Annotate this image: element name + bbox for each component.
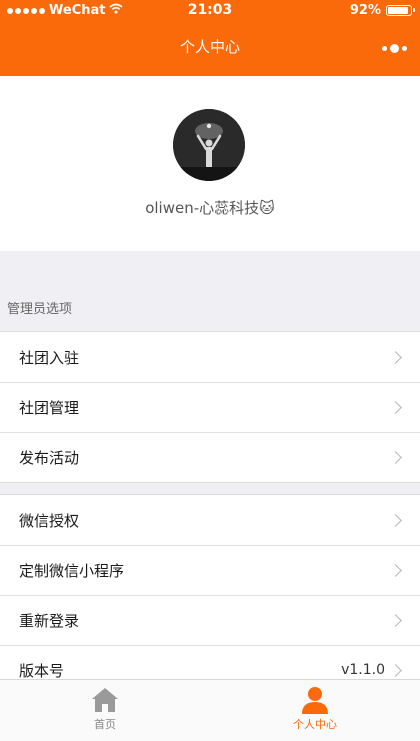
list-item-wechat-auth[interactable]: 微信授权 bbox=[0, 495, 420, 545]
avatar-image bbox=[173, 109, 245, 181]
list-item-custom-miniprogram[interactable]: 定制微信小程序 bbox=[0, 545, 420, 595]
admin-section-title: 管理员选项 bbox=[7, 302, 73, 317]
chevron-right-icon bbox=[389, 613, 402, 627]
tab-label: 首页 bbox=[94, 718, 116, 731]
settings-list: 微信授权 定制微信小程序 重新登录 版本号 v1.1.0 bbox=[0, 494, 420, 696]
chevron-right-icon bbox=[389, 450, 402, 464]
tab-profile[interactable]: 个人中心 bbox=[210, 680, 420, 741]
user-icon bbox=[300, 685, 330, 715]
list-item-publish-event[interactable]: 发布活动 bbox=[0, 432, 420, 482]
page-title: 个人中心 bbox=[179, 38, 240, 56]
avatar[interactable] bbox=[173, 109, 245, 181]
top-bar: WeChat 21:03 92% 个人中心 bbox=[0, 0, 420, 76]
list-item-label: 微信授权 bbox=[19, 511, 80, 530]
list-item-label: 重新登录 bbox=[19, 611, 80, 630]
version-value: v1.1.0 bbox=[341, 662, 385, 678]
list-item-relogin[interactable]: 重新登录 bbox=[0, 595, 420, 645]
battery-icon bbox=[386, 5, 415, 16]
list-item-label: 版本号 bbox=[19, 661, 65, 680]
list-item-label: 定制微信小程序 bbox=[19, 561, 125, 580]
list-item-club-manage[interactable]: 社团管理 bbox=[0, 382, 420, 432]
home-icon bbox=[90, 685, 120, 715]
tab-label: 个人中心 bbox=[293, 718, 337, 731]
chevron-right-icon bbox=[389, 563, 402, 577]
more-menu-button[interactable] bbox=[379, 38, 409, 58]
more-dot-icon bbox=[401, 45, 407, 51]
list-item-label: 发布活动 bbox=[19, 448, 80, 467]
list-item-label: 社团入驻 bbox=[19, 348, 80, 367]
list-item-club-settle[interactable]: 社团入驻 bbox=[0, 332, 420, 382]
username: oliwen-心蕊科技🐱 bbox=[145, 199, 275, 217]
tab-bar: 首页 个人中心 bbox=[0, 679, 420, 741]
admin-options-list: 社团入驻 社团管理 发布活动 bbox=[0, 331, 420, 483]
battery-group: 92% bbox=[349, 3, 415, 18]
record-dot-icon bbox=[389, 43, 399, 53]
chevron-right-icon bbox=[389, 400, 402, 414]
tab-home[interactable]: 首页 bbox=[0, 680, 210, 741]
status-bar: WeChat 21:03 92% bbox=[0, 0, 420, 22]
profile-card: oliwen-心蕊科技🐱 bbox=[0, 76, 420, 251]
chevron-right-icon bbox=[389, 663, 402, 677]
chevron-right-icon bbox=[389, 350, 402, 364]
chevron-right-icon bbox=[389, 513, 402, 527]
battery-percent: 92% bbox=[349, 3, 381, 18]
list-item-label: 社团管理 bbox=[19, 398, 80, 417]
more-dot-icon bbox=[381, 45, 387, 51]
